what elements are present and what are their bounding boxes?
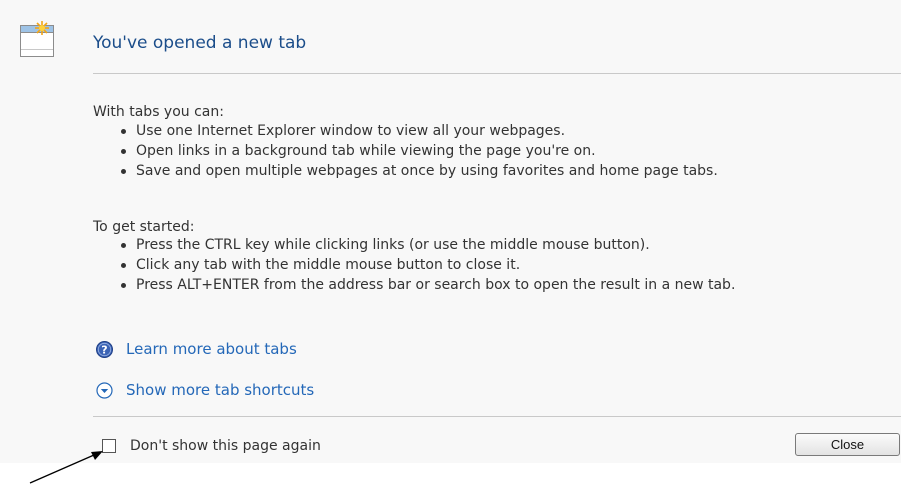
arrow-annotation [29,451,103,484]
